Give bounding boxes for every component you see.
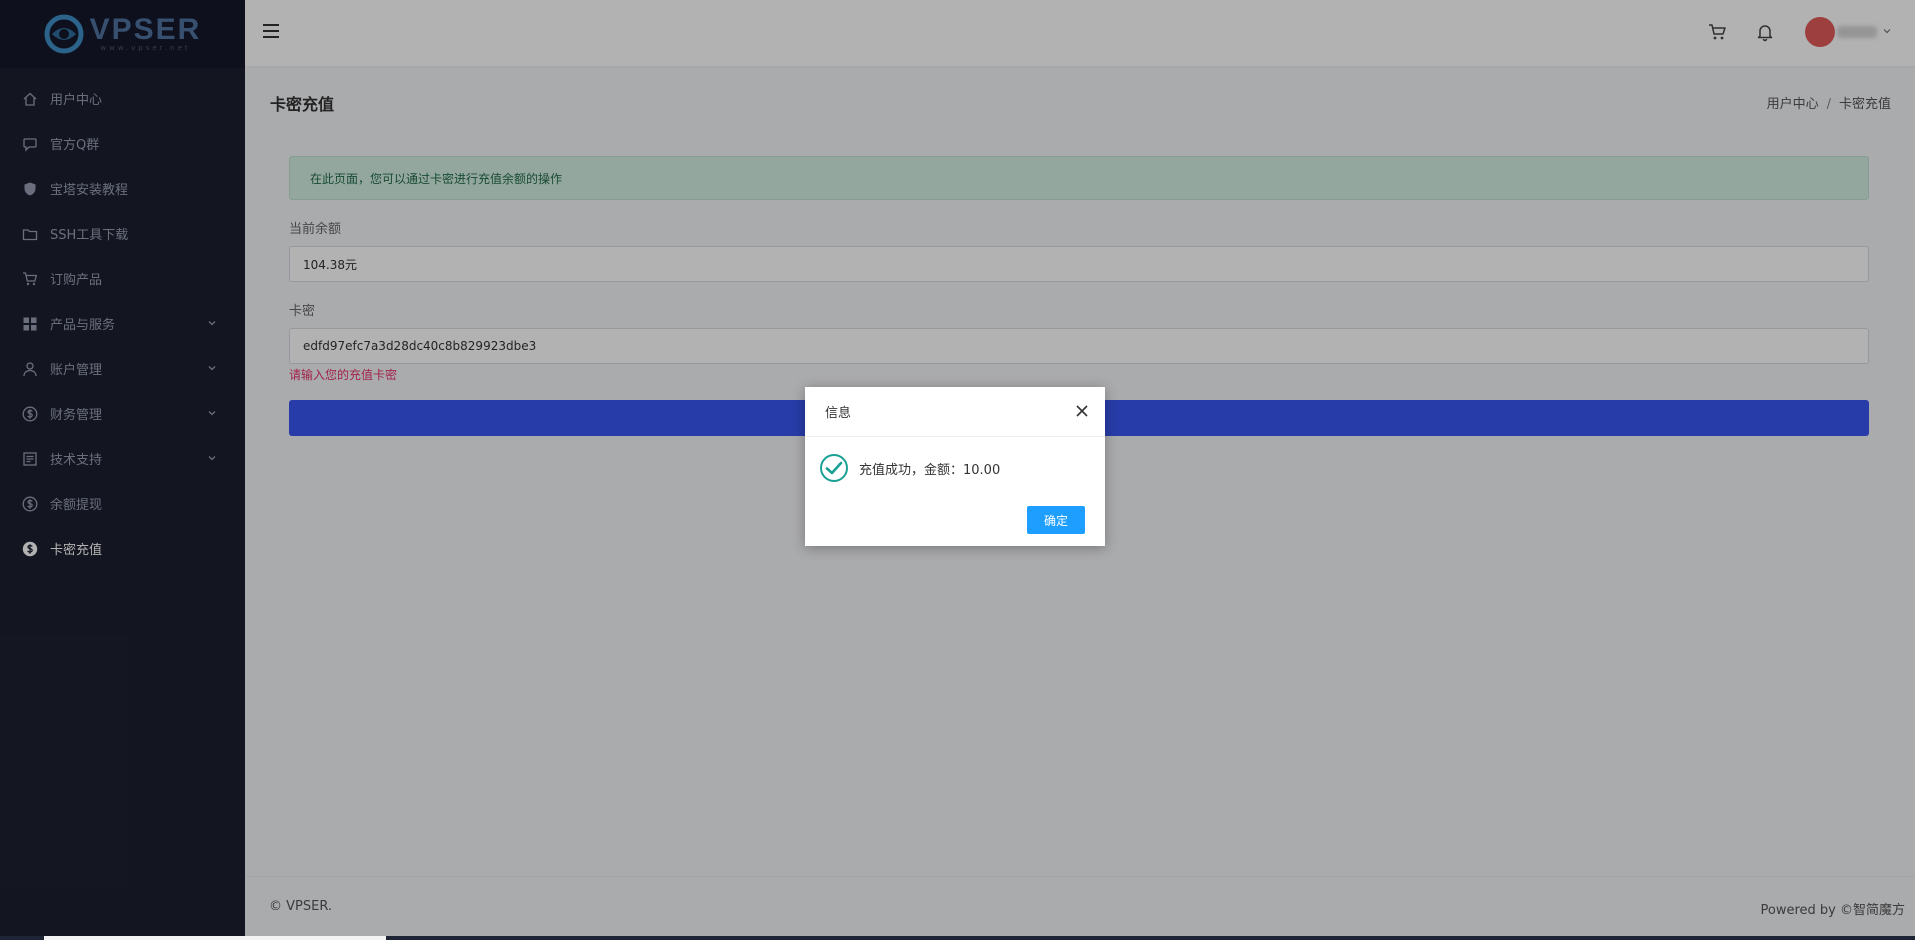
dialog-title: 信息 [825, 406, 852, 421]
bottom-strip-light [44, 936, 386, 940]
success-dialog: 信息 充值成功，金额：10.00 确定 [805, 387, 1105, 546]
dialog-confirm-button[interactable]: 确定 [1027, 506, 1085, 534]
dialog-header: 信息 [805, 387, 1105, 437]
dialog-body: 充值成功，金额：10.00 [819, 453, 1000, 483]
success-check-icon [820, 454, 848, 482]
dialog-message: 充值成功，金额：10.00 [859, 462, 1001, 478]
close-icon[interactable] [1075, 404, 1089, 418]
bottom-strip [0, 936, 1915, 940]
